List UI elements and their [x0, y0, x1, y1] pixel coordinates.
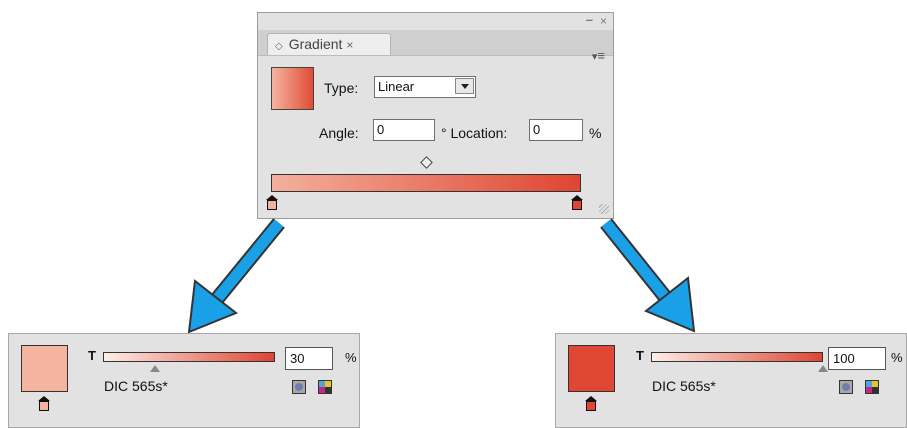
spot-color-icon: [292, 380, 306, 394]
swatch-color-preview[interactable]: [21, 345, 68, 392]
tint-slider-handle[interactable]: [149, 365, 160, 372]
swatch-name: DIC 565s*: [652, 378, 716, 394]
swatch-name: DIC 565s*: [104, 378, 168, 394]
tint-field[interactable]: 100: [828, 347, 886, 370]
swatch-color-preview[interactable]: [568, 345, 615, 392]
tint-label: T: [88, 348, 96, 363]
tint-field[interactable]: 30: [285, 347, 333, 370]
tint-label: T: [636, 348, 644, 363]
tint-slider-handle[interactable]: [818, 365, 828, 372]
cmyk-icon: [318, 380, 332, 394]
tint-ramp[interactable]: [103, 352, 275, 362]
cmyk-icon: [865, 380, 879, 394]
swatch-tint-panel-right: T 100 % DIC 565s*: [555, 333, 907, 428]
swatch-tint-panel-left: T 30 % DIC 565s*: [8, 333, 360, 428]
right-arrow: [600, 218, 696, 333]
tint-ramp[interactable]: [651, 352, 823, 362]
left-arrow: [187, 218, 285, 334]
tint-unit: %: [891, 350, 903, 365]
tint-unit: %: [345, 350, 357, 365]
gradient-start-stop-icon: [38, 396, 50, 412]
gradient-end-stop-icon: [585, 396, 597, 412]
spot-color-icon: [839, 380, 853, 394]
